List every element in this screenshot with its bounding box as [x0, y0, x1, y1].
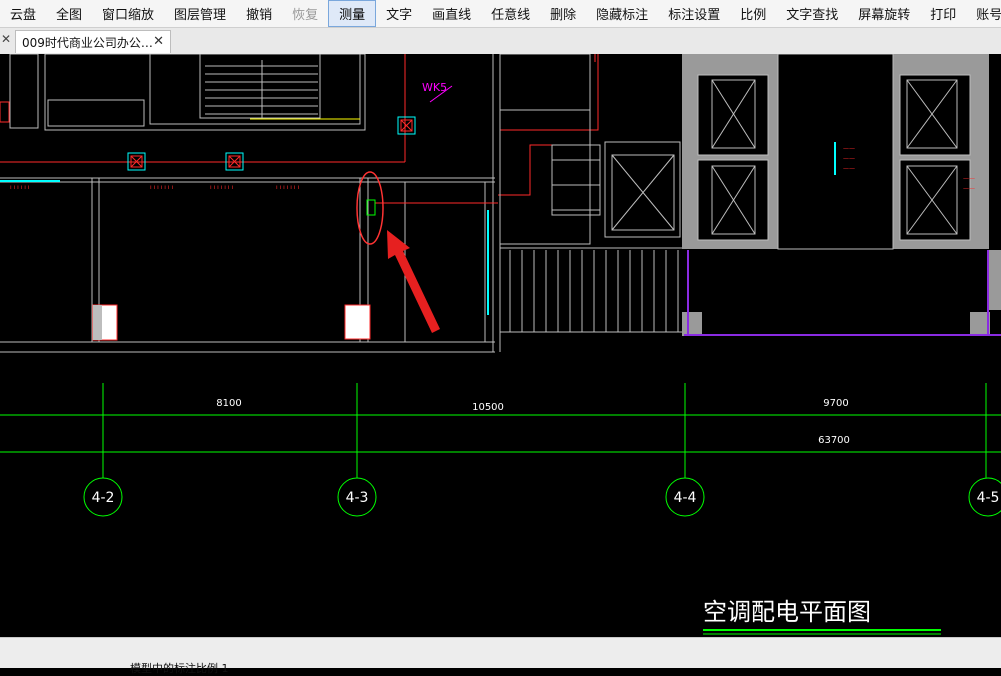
column	[344, 304, 371, 340]
print-button[interactable]: 打印	[920, 0, 966, 27]
dim-label: 63700	[818, 435, 850, 446]
text-button[interactable]: 文字	[376, 0, 422, 27]
dim-label: 8100	[216, 398, 241, 409]
wall-markers: ı ı ı ı ı ı ı ı ı ı ı ı ı ı ı ı ı ı ı ı …	[10, 184, 299, 191]
window-zoom-button[interactable]: 窗口缩放	[92, 0, 164, 27]
scale-button[interactable]: 比例	[730, 0, 776, 27]
drawing-title: 空调配电平面图	[703, 598, 871, 626]
close-icon[interactable]: ✕	[0, 32, 12, 50]
close-icon[interactable]: ✕	[153, 34, 164, 49]
svg-text:ı ı ı ı ı ı ı: ı ı ı ı ı ı ı	[150, 184, 173, 191]
dim-label: 9700	[823, 398, 848, 409]
redo-button[interactable]: 恢复	[282, 0, 328, 27]
svg-text:ı ı ı ı ı ı ı: ı ı ı ı ı ı ı	[210, 184, 233, 191]
measure-button[interactable]: 测量	[328, 0, 377, 27]
shafts	[499, 53, 681, 245]
svg-text:ı ı ı ı ı ı: ı ı ı ı ı ı	[10, 184, 30, 191]
account-button[interactable]: 账号	[966, 0, 1001, 27]
dimension-text: 8100 10500 9700 63700	[216, 398, 850, 446]
svg-text:——: ——	[963, 185, 975, 192]
annotation-arrow	[387, 230, 440, 333]
undo-button[interactable]: 撤销	[236, 0, 282, 27]
tab-bar: ✕ 009时代商业公司办公… ✕	[0, 28, 1001, 55]
svg-text:ı ı ı ı ı ı ı: ı ı ı ı ı ı ı	[276, 184, 299, 191]
axis-label: 4-5	[977, 490, 1000, 506]
hide-annotations-button[interactable]: 隐藏标注	[586, 0, 658, 27]
highlight-ellipse	[356, 171, 384, 245]
toolbar: 云盘 全图 窗口缩放 图层管理 撤销 恢复 测量 文字 画直线 任意线 删除 隐…	[0, 0, 1001, 28]
axis-labels: 4-2 4-3 4-4 4-5	[92, 490, 1000, 506]
axis-bubbles	[83, 477, 1001, 517]
freehand-line-button[interactable]: 任意线	[481, 0, 540, 27]
svg-text:——: ——	[843, 155, 855, 162]
cloud-disk-button[interactable]: 云盘	[0, 0, 46, 27]
cad-canvas[interactable]: ı ı ı ı ı ı ı ı ı ı ı ı ı ı ı ı ı ı ı ı …	[0, 53, 1001, 637]
tab-title: 009时代商业公司办公…	[22, 35, 153, 50]
equipment-boxes	[0, 101, 416, 171]
delete-button[interactable]: 删除	[540, 0, 586, 27]
screen-rotate-button[interactable]: 屏幕旋转	[848, 0, 920, 27]
full-view-button[interactable]: 全图	[46, 0, 92, 27]
red-wiring	[0, 54, 599, 204]
svg-text:——: ——	[843, 145, 855, 152]
layer-manager-button[interactable]: 图层管理	[164, 0, 236, 27]
text-search-button[interactable]: 文字查找	[776, 0, 848, 27]
svg-text:——: ——	[843, 165, 855, 172]
axis-label: 4-4	[674, 490, 697, 506]
stair-grille	[500, 247, 682, 333]
column	[93, 305, 102, 340]
annotation-settings-button[interactable]: 标注设置	[658, 0, 730, 27]
stair-lines	[205, 60, 318, 118]
dimension-lines	[0, 383, 1001, 478]
svg-text:——: ——	[963, 175, 975, 182]
dim-label: 10500	[472, 402, 504, 413]
draw-line-button[interactable]: 画直线	[422, 0, 481, 27]
elevator-core	[682, 53, 1001, 336]
axis-label: 4-3	[346, 490, 369, 506]
status-text: 模型中的标注比例 1	[130, 662, 229, 675]
axis-label: 4-2	[92, 490, 115, 506]
tab-drawing[interactable]: 009时代商业公司办公… ✕	[15, 30, 171, 53]
cad-drawing: ı ı ı ı ı ı ı ı ı ı ı ı ı ı ı ı ı ı ı ı …	[0, 53, 1001, 635]
status-bar: 模型中的标注比例 1	[0, 637, 1001, 675]
